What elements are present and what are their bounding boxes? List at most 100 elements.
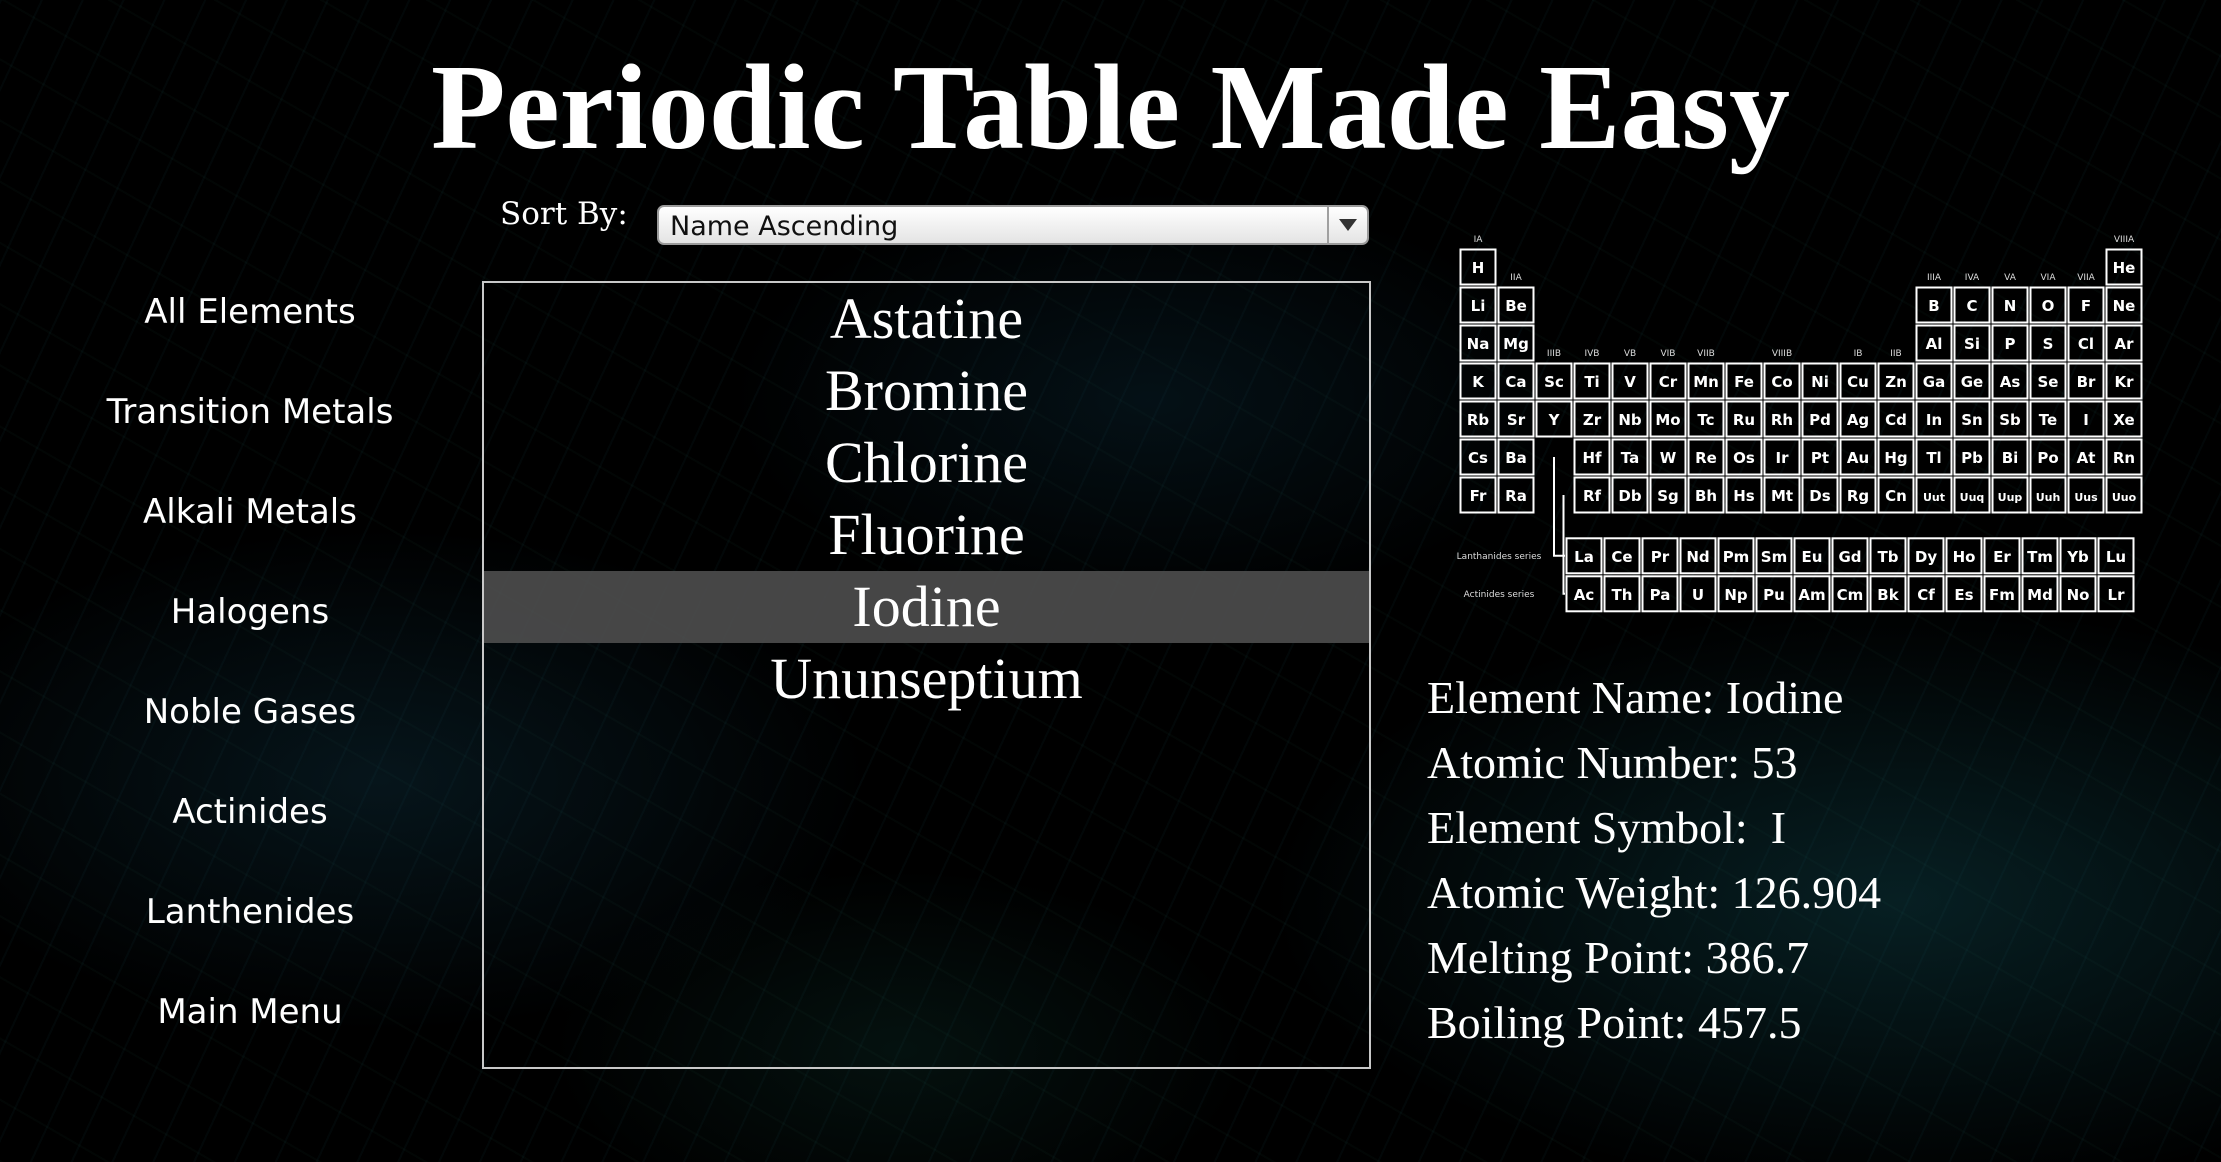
- lanthanide-cell: Tm: [2027, 548, 2053, 566]
- element-cell: Cd: [1885, 411, 1907, 429]
- element-cell: B: [1928, 297, 1939, 315]
- group-label: VIIIA: [2114, 235, 2135, 245]
- group-label: IIIB: [1547, 349, 1561, 359]
- element-cell: K: [1472, 373, 1485, 391]
- detail-element-symbol: Element Symbol: I: [1427, 802, 1787, 853]
- element-cell: Re: [1695, 449, 1717, 467]
- element-cell: Ar: [2114, 335, 2134, 353]
- element-cell: Ra: [1505, 487, 1527, 505]
- element-cell: S: [2043, 335, 2054, 353]
- element-cell: Fe: [1734, 373, 1754, 391]
- actinide-cell: Ac: [1574, 586, 1595, 604]
- element-cell: Zn: [1885, 373, 1907, 391]
- element-cell: Uus: [2074, 491, 2098, 504]
- element-cell: Uuo: [2112, 491, 2137, 504]
- element-cell: W: [1660, 449, 1677, 467]
- element-cell: Si: [1964, 335, 1980, 353]
- app-title: Periodic Table Made Easy: [431, 40, 1790, 175]
- actinide-connector: [1562, 495, 1565, 595]
- element-cell: Uup: [1998, 491, 2023, 504]
- lanthanide-cell: Ce: [1611, 548, 1632, 566]
- detail-melting-point: Melting Point: 386.7: [1427, 932, 1810, 983]
- element-cell: Br: [2077, 373, 2096, 391]
- element-cell: Ga: [1923, 373, 1945, 391]
- list-item[interactable]: Astatine: [484, 283, 1369, 355]
- group-label: IIIA: [1927, 273, 1942, 283]
- element-cell: Uuh: [2036, 491, 2061, 504]
- group-label: VIB: [1661, 349, 1676, 359]
- element-cell: Sr: [1507, 411, 1526, 429]
- group-label: IIB: [1890, 349, 1901, 359]
- group-label: IA: [1474, 235, 1484, 245]
- nav-all-elements[interactable]: All Elements: [0, 292, 500, 332]
- element-cell: Ag: [1847, 411, 1869, 429]
- element-cell: He: [2113, 259, 2136, 277]
- element-cell: P: [2005, 335, 2016, 353]
- element-cell: Sb: [1999, 411, 2021, 429]
- lanthanide-cell: Nd: [1686, 548, 1709, 566]
- element-cell: Sn: [1961, 411, 1982, 429]
- nav-halogens[interactable]: Halogens: [0, 592, 500, 632]
- element-cell: Y: [1548, 411, 1561, 429]
- nav-actinides[interactable]: Actinides: [0, 792, 500, 832]
- element-cell: Ti: [1584, 373, 1599, 391]
- sort-dropdown[interactable]: Name Ascending: [657, 205, 1369, 245]
- lanthanide-cell: Ho: [1953, 548, 1976, 566]
- element-cell: N: [2004, 297, 2017, 315]
- lanthanide-cell: La: [1574, 548, 1594, 566]
- element-cell: Tc: [1697, 411, 1714, 429]
- element-cell: Kr: [2114, 373, 2134, 391]
- element-details: Element Name: Iodine Atomic Number: 53 E…: [1427, 665, 1881, 1055]
- element-cell: Li: [1471, 297, 1486, 315]
- element-cell: I: [2083, 411, 2089, 429]
- element-cell: Co: [1771, 373, 1792, 391]
- element-cell: Al: [1926, 335, 1943, 353]
- element-list[interactable]: Astatine Bromine Chlorine Fluorine Iodin…: [482, 281, 1371, 1069]
- list-item[interactable]: Ununseptium: [484, 643, 1369, 715]
- element-cell: V: [1624, 373, 1636, 391]
- nav-alkali-metals[interactable]: Alkali Metals: [0, 492, 500, 532]
- element-cell: Na: [1467, 335, 1490, 353]
- group-label: VIIIB: [1772, 349, 1792, 359]
- element-cell: Pt: [1811, 449, 1829, 467]
- element-cell: Bi: [2002, 449, 2019, 467]
- element-cell: Ne: [2113, 297, 2136, 315]
- actinide-cell: Md: [2027, 586, 2053, 604]
- nav-lanthenides[interactable]: Lanthenides: [0, 892, 500, 932]
- element-cell: Uut: [1923, 491, 1945, 504]
- element-cell: Rb: [1467, 411, 1490, 429]
- lanthanide-cell: Er: [1993, 548, 2011, 566]
- list-item-selected[interactable]: Iodine: [484, 571, 1369, 643]
- detail-atomic-number: Atomic Number: 53: [1427, 737, 1798, 788]
- element-cell: Cn: [1885, 487, 1907, 505]
- element-cell: Pb: [1961, 449, 1983, 467]
- chevron-down-icon[interactable]: [1327, 207, 1367, 243]
- group-label: VIIB: [1697, 349, 1715, 359]
- element-cell: Mt: [1771, 487, 1793, 505]
- nav-transition-metals[interactable]: Transition Metals: [0, 392, 500, 432]
- list-item[interactable]: Bromine: [484, 355, 1369, 427]
- element-cell: Ds: [1809, 487, 1830, 505]
- lanthanide-cell: Tb: [1878, 548, 1899, 566]
- element-cell: Rf: [1583, 487, 1602, 505]
- group-label: IB: [1854, 349, 1863, 359]
- element-cell: Cl: [2078, 335, 2094, 353]
- element-cell: In: [1926, 411, 1942, 429]
- list-item[interactable]: Fluorine: [484, 499, 1369, 571]
- element-cell: Xe: [2113, 411, 2134, 429]
- element-cell: Ru: [1733, 411, 1755, 429]
- element-cell: Sc: [1544, 373, 1564, 391]
- lanthanide-cell: Sm: [1761, 548, 1787, 566]
- nav-main-menu[interactable]: Main Menu: [0, 992, 500, 1032]
- lanthanide-cell: Gd: [1838, 548, 1861, 566]
- element-cell: As: [2000, 373, 2021, 391]
- actinide-cell: U: [1692, 586, 1704, 604]
- nav-noble-gases[interactable]: Noble Gases: [0, 692, 500, 732]
- element-cell: Rh: [1771, 411, 1793, 429]
- list-item[interactable]: Chlorine: [484, 427, 1369, 499]
- element-cell: O: [2042, 297, 2055, 315]
- element-cell: C: [1966, 297, 1977, 315]
- lanthanide-cell: Lu: [2106, 548, 2126, 566]
- element-cell: Sg: [1657, 487, 1679, 505]
- group-label: VIA: [2041, 273, 2057, 283]
